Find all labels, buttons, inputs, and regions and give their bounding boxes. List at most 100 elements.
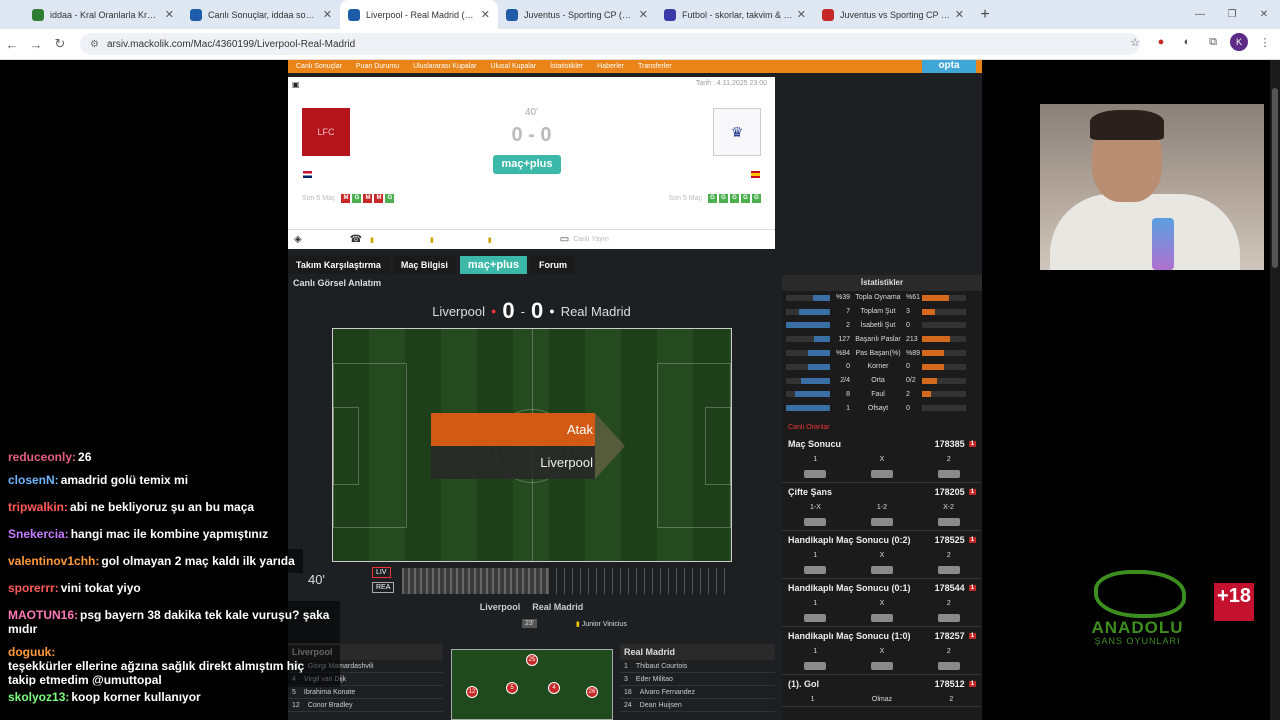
streamer-body: [1050, 194, 1240, 270]
site-nav-link[interactable]: Haberler: [597, 63, 624, 70]
match-tab[interactable]: Maç Bilgisi: [392, 256, 456, 274]
player-marker[interactable]: 4: [548, 682, 560, 694]
lineup-player[interactable]: 24 Dean Huijsen: [620, 699, 775, 712]
odds-buttons: [782, 658, 982, 674]
player-marker[interactable]: 12: [466, 686, 478, 698]
browser-tab[interactable]: Liverpool - Real Madrid (4.11.20 ✕: [340, 0, 498, 29]
tv-label: Canlı Yayın: [573, 236, 609, 243]
stream-chat: reduceonly: 26 closenN: amadrid golü temix …: [0, 445, 340, 715]
reload-icon[interactable]: ↻: [48, 36, 72, 52]
chat-text: gol olmayan 2 maç kaldı ilk yarıda: [101, 554, 295, 568]
odds-market-title[interactable]: Handikaplı Maç Sonucu (0:1) 178544 1: [782, 579, 982, 597]
odds-market-title[interactable]: Çifte Şans 178205 1: [782, 483, 982, 501]
stat-home-bar: [786, 308, 830, 315]
browser-tab[interactable]: Juventus - Sporting CP (4.11.20 ✕: [498, 0, 656, 29]
odds-badge: 1: [968, 489, 976, 496]
visual-away: Real Madrid: [560, 303, 631, 319]
tab-close-icon[interactable]: ✕: [639, 8, 648, 21]
tab-close-icon[interactable]: ✕: [481, 8, 490, 21]
macplus-button[interactable]: maç+plus: [493, 155, 561, 174]
odds-market-title[interactable]: (1). Gol 178512 1: [782, 675, 982, 693]
lineup-player[interactable]: 18 Alvaro Fernandez: [620, 686, 775, 699]
odds-button[interactable]: [804, 662, 827, 671]
odds-buttons: [782, 610, 982, 626]
tab-close-icon[interactable]: ✕: [797, 8, 806, 21]
tab-close-icon[interactable]: ✕: [323, 8, 332, 21]
odds-button[interactable]: [870, 518, 893, 527]
odds-market-title[interactable]: Maç Sonucu 178385 1: [782, 435, 982, 453]
odds-button[interactable]: [937, 614, 960, 623]
home-flag-icon: [303, 171, 312, 178]
match-tab[interactable]: Takım Karşılaştırma: [288, 256, 389, 274]
player-marker[interactable]: 25: [526, 654, 538, 666]
stat-name: Orta: [871, 377, 885, 385]
stat-away-fill: [922, 363, 944, 370]
away-dot-icon: ●: [549, 306, 555, 316]
match-tab[interactable]: maç+plus: [459, 256, 527, 274]
site-nav-link[interactable]: Puan Durumu: [356, 63, 399, 70]
restore-icon[interactable]: ❐: [1216, 0, 1248, 29]
browser-tab[interactable]: iddaa - Kral Oranlarla Kralar Gi ✕: [24, 0, 182, 29]
tab-close-icon[interactable]: ✕: [955, 8, 964, 21]
odds-id-text: 178525: [934, 535, 965, 546]
odds-button[interactable]: [804, 470, 827, 479]
chat-username: sporerrr:: [8, 581, 59, 595]
page-scrollbar[interactable]: [1270, 60, 1280, 720]
player-marker[interactable]: 5: [506, 682, 518, 694]
odds-button[interactable]: [870, 566, 893, 575]
player-marker[interactable]: 26: [586, 686, 598, 698]
extension-icon[interactable]: ◐: [1178, 33, 1196, 51]
odds-button[interactable]: [937, 566, 960, 575]
url-input[interactable]: ⚙ arsiv.mackolik.com/Mac/4360199/Liverpo…: [80, 33, 1140, 55]
flag-icon: ▮: [430, 236, 434, 244]
bookmark-star-icon[interactable]: ☆: [1126, 33, 1144, 51]
site-info-icon[interactable]: ⚙: [90, 39, 99, 50]
odds-market-title[interactable]: Handikaplı Maç Sonucu (0:2) 178525 1: [782, 531, 982, 549]
site-nav-link[interactable]: Transferler: [638, 63, 672, 70]
site-nav-link[interactable]: Ulusal Kupalar: [491, 63, 537, 70]
new-tab-icon[interactable]: +: [972, 0, 998, 29]
lineup-player[interactable]: 3 Eder Militao: [620, 673, 775, 686]
odds-button[interactable]: [804, 614, 827, 623]
odds-button[interactable]: [870, 662, 893, 671]
tab-favicon-icon: [506, 8, 518, 21]
close-window-icon[interactable]: ✕: [1248, 0, 1280, 29]
odds-button[interactable]: [937, 662, 960, 671]
extension-adblock-icon[interactable]: ●: [1152, 33, 1170, 51]
site-nav-link[interactable]: İstatistikler: [550, 63, 583, 70]
browser-tab[interactable]: Juventus vs Sporting CP - 4 No ✕: [814, 0, 972, 29]
stat-row: 0 Korner 0: [782, 360, 982, 374]
extensions-puzzle-icon[interactable]: ⧉: [1204, 33, 1222, 51]
stat-home-fill: [800, 377, 830, 384]
lineup-player[interactable]: 1 Thibaut Courtois: [620, 660, 775, 673]
brand-mark-icon: [1094, 570, 1186, 618]
odds-button[interactable]: [937, 518, 960, 527]
stat-home-fill: [812, 294, 830, 301]
player-name: Dean Huijsen: [639, 702, 682, 709]
odds-button[interactable]: [870, 614, 893, 623]
minimize-icon[interactable]: —: [1184, 0, 1216, 29]
timeline-played-bar[interactable]: [402, 568, 548, 594]
odds-button[interactable]: [804, 566, 827, 575]
browser-tab[interactable]: Canlı Sonuçlar, iddaa sonuçları ✕: [182, 0, 340, 29]
odds-button[interactable]: [937, 470, 960, 479]
profile-avatar[interactable]: K: [1230, 33, 1248, 51]
odds-market-id: 178512 1: [935, 679, 976, 689]
odds-market-title[interactable]: Handikaplı Maç Sonucu (1:0) 178257 1: [782, 627, 982, 645]
browser-tab[interactable]: Futbol - skorlar, takvim & oran ✕: [656, 0, 814, 29]
match-tab[interactable]: Forum: [530, 256, 575, 274]
site-nav-link[interactable]: Uluslararası Kupalar: [413, 63, 476, 70]
menu-kebab-icon[interactable]: ⋮: [1256, 33, 1274, 51]
site-nav-link[interactable]: Canlı Sonuçlar: [296, 63, 342, 70]
odds-button[interactable]: [870, 470, 893, 479]
forward-icon[interactable]: →: [24, 37, 48, 52]
event-card: ▮ Junior Vinicius: [576, 620, 627, 628]
back-icon[interactable]: ←: [0, 37, 24, 52]
tab-close-icon[interactable]: ✕: [165, 8, 174, 21]
away-form-label: Son 5 Maç: [668, 195, 702, 202]
odds-button[interactable]: [804, 518, 827, 527]
scrollbar-thumb[interactable]: [1272, 88, 1278, 268]
form-badge: G: [719, 194, 728, 203]
odds-column-label: 1: [813, 552, 818, 560]
stat-home-fill: [808, 350, 830, 357]
